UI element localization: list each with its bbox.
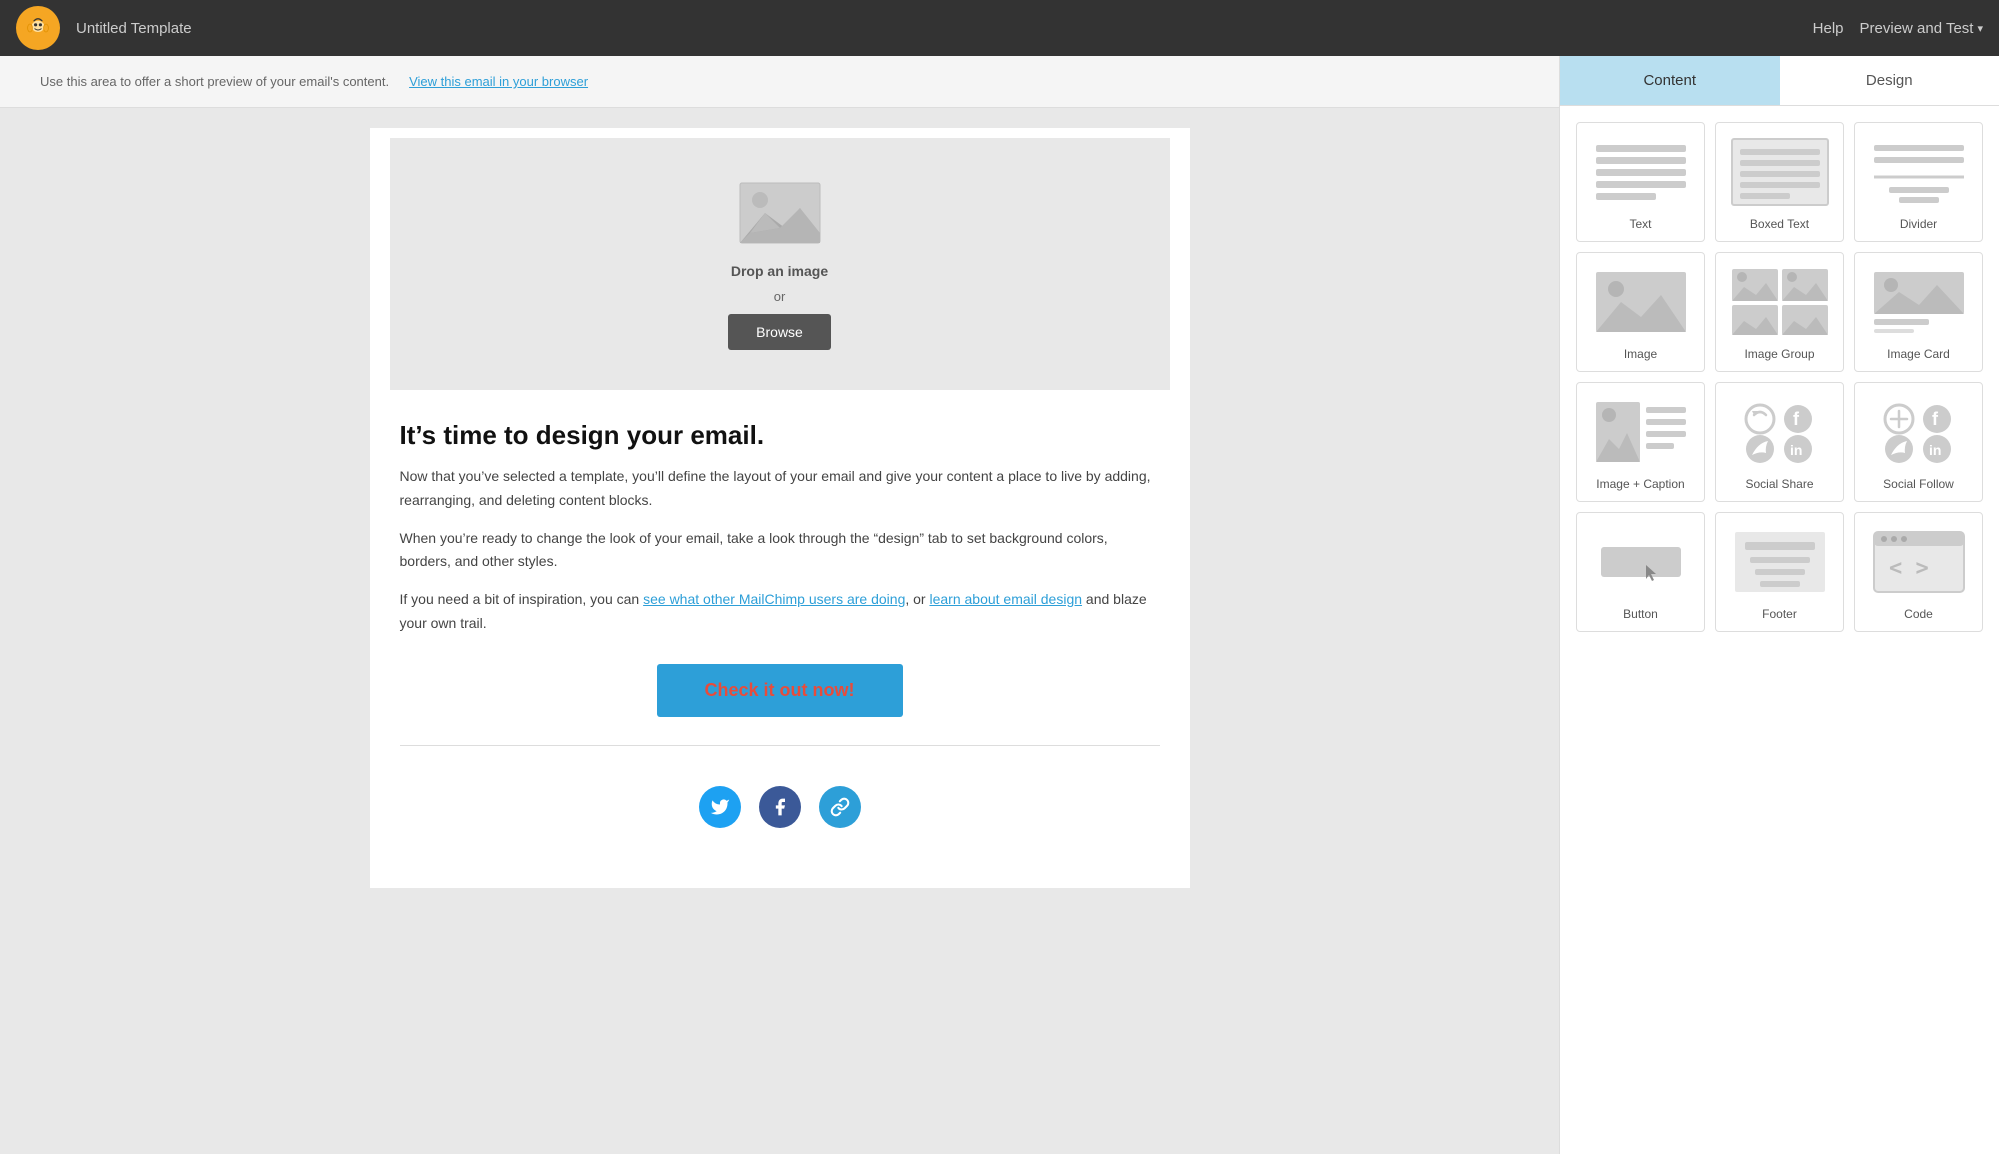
- image-block-icon: [1591, 267, 1691, 337]
- twitter-icon[interactable]: [699, 786, 741, 828]
- button-block-label: Button: [1623, 607, 1658, 621]
- block-image-caption[interactable]: Image + Caption: [1576, 382, 1705, 502]
- help-button[interactable]: Help: [1813, 20, 1844, 37]
- block-image-card[interactable]: Image Card: [1854, 252, 1983, 372]
- email-para-2: When you’re ready to change the look of …: [400, 527, 1160, 575]
- image-placeholder-icon: [735, 178, 825, 253]
- svg-text:in: in: [1790, 442, 1802, 458]
- block-social-follow[interactable]: f in Social Follow: [1854, 382, 1983, 502]
- divider-block-icon: [1869, 137, 1969, 207]
- mailchimp-users-link[interactable]: see what other MailChimp users are doing: [643, 591, 905, 607]
- browse-button[interactable]: Browse: [728, 314, 831, 350]
- boxed-text-block-label: Boxed Text: [1750, 217, 1809, 231]
- social-share-block-icon: f in: [1730, 397, 1830, 467]
- logo: [16, 6, 60, 50]
- email-canvas: Drop an image or Browse It’s time to des…: [370, 128, 1190, 888]
- block-divider[interactable]: Divider: [1854, 122, 1983, 242]
- button-block-icon: [1591, 527, 1691, 597]
- chevron-down-icon: ▾: [1977, 22, 1983, 35]
- text-block-label: Text: [1629, 217, 1651, 231]
- drop-or-text: or: [774, 289, 786, 304]
- image-block-label: Image: [1624, 347, 1657, 361]
- link-icon[interactable]: [819, 786, 861, 828]
- email-para-1: Now that you’ve selected a template, you…: [400, 465, 1160, 513]
- block-social-share[interactable]: f in Social Share: [1715, 382, 1844, 502]
- block-code[interactable]: < > Code: [1854, 512, 1983, 632]
- facebook-icon[interactable]: [759, 786, 801, 828]
- block-boxed-text[interactable]: Boxed Text: [1715, 122, 1844, 242]
- email-design-link[interactable]: learn about email design: [929, 591, 1082, 607]
- view-in-browser-link[interactable]: View this email in your browser: [409, 74, 588, 89]
- footer-block-label: Footer: [1762, 607, 1797, 621]
- email-preview-area: Use this area to offer a short preview o…: [0, 56, 1559, 1154]
- svg-text:f: f: [1932, 409, 1939, 429]
- cta-button[interactable]: Check it out now!: [657, 664, 903, 717]
- svg-text:in: in: [1929, 442, 1941, 458]
- tab-content[interactable]: Content: [1560, 56, 1780, 105]
- drop-image-text: Drop an image: [731, 263, 828, 279]
- code-block-icon: < >: [1869, 527, 1969, 597]
- block-footer[interactable]: Footer: [1715, 512, 1844, 632]
- image-group-block-icon: [1730, 267, 1830, 337]
- social-share-block-label: Social Share: [1745, 477, 1813, 491]
- image-group-block-label: Image Group: [1744, 347, 1814, 361]
- svg-text:< >: < >: [1889, 556, 1929, 581]
- email-divider: [400, 745, 1160, 746]
- block-image-group[interactable]: Image Group: [1715, 252, 1844, 372]
- panel-tabs: Content Design: [1560, 56, 1999, 106]
- divider-block-label: Divider: [1900, 217, 1937, 231]
- block-text[interactable]: Text: [1576, 122, 1705, 242]
- tab-design[interactable]: Design: [1780, 56, 1999, 105]
- social-follow-block-icon: f in: [1869, 397, 1969, 467]
- boxed-text-block-icon: [1730, 137, 1830, 207]
- image-card-block-label: Image Card: [1887, 347, 1950, 361]
- top-navigation: Untitled Template Help Preview and Test …: [0, 0, 1999, 56]
- text-block-icon: [1591, 137, 1691, 207]
- social-icons-row: [400, 766, 1160, 848]
- main-layout: Use this area to offer a short preview o…: [0, 56, 1999, 1154]
- image-caption-block-icon: [1591, 397, 1691, 467]
- cta-button-wrapper: Check it out now!: [400, 664, 1160, 717]
- code-block-label: Code: [1904, 607, 1933, 621]
- svg-text:f: f: [1793, 409, 1800, 429]
- image-caption-block-label: Image + Caption: [1596, 477, 1684, 491]
- email-body: It’s time to design your email. Now that…: [370, 400, 1190, 888]
- preheader-bar: Use this area to offer a short preview o…: [0, 56, 1559, 108]
- right-panel: Content Design Text: [1559, 56, 1999, 1154]
- content-blocks-grid: Text Boxed Text: [1560, 106, 1999, 648]
- block-button[interactable]: Button: [1576, 512, 1705, 632]
- social-follow-block-label: Social Follow: [1883, 477, 1954, 491]
- email-heading: It’s time to design your email.: [400, 420, 1160, 451]
- preview-and-test-button[interactable]: Preview and Test ▾: [1860, 20, 1983, 37]
- image-dropzone[interactable]: Drop an image or Browse: [390, 138, 1170, 390]
- email-para-3: If you need a bit of inspiration, you ca…: [400, 588, 1160, 636]
- preheader-text: Use this area to offer a short preview o…: [40, 74, 389, 89]
- block-image[interactable]: Image: [1576, 252, 1705, 372]
- footer-block-icon: [1730, 527, 1830, 597]
- template-title: Untitled Template: [76, 20, 1797, 37]
- image-card-block-icon: [1869, 267, 1969, 337]
